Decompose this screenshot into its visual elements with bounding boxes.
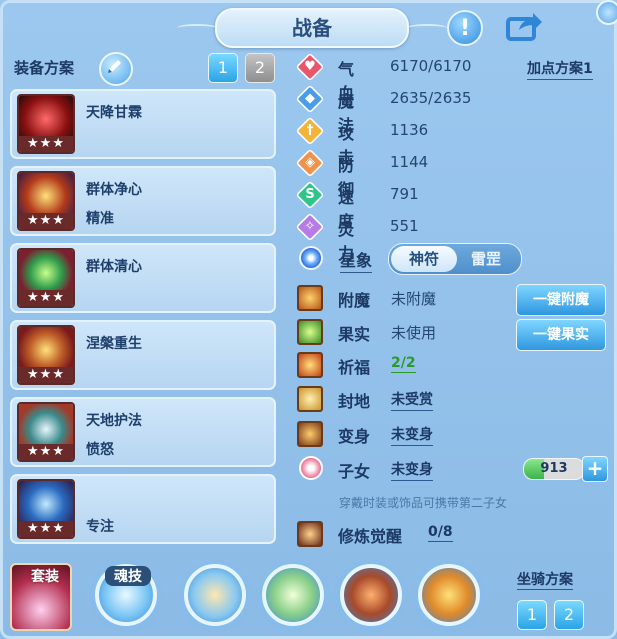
equipment-name: 群体清心 <box>86 259 142 275</box>
child-value[interactable]: 未变身 <box>391 459 433 481</box>
equipment-name: 涅槃重生 <box>86 336 142 352</box>
cultivation-value[interactable]: 0/8 <box>428 524 453 542</box>
toggle-shenfu[interactable]: 神符 <box>391 246 457 272</box>
cultivation-label: 修炼觉醒 <box>338 527 403 546</box>
title-swirl-right <box>407 24 447 32</box>
star-rating: ★★★ <box>19 136 73 152</box>
stat-value: 6170/6170 <box>390 57 472 75</box>
enchant-value: 未附魔 <box>391 290 437 308</box>
gold-helmet-icon: ★★★ <box>17 171 75 231</box>
equipment-card-helmet[interactable]: ★★★ 群体净心 精准 <box>10 166 276 236</box>
fruit-value: 未使用 <box>391 324 437 342</box>
attack-glyph: † <box>306 123 314 138</box>
transform-icon <box>297 421 323 447</box>
add-point-plan-link[interactable]: 加点方案1 <box>527 58 593 80</box>
stat-value: 1136 <box>390 121 429 139</box>
fief-value[interactable]: 未受赏 <box>391 389 433 411</box>
pencil-icon[interactable] <box>99 52 133 86</box>
title-swirl-left <box>177 24 217 32</box>
second-child-hint[interactable]: 穿戴时装或饰品可携带第二子女 <box>339 494 507 511</box>
star-sign-icon <box>299 246 323 270</box>
star-rating: ★★★ <box>19 521 73 537</box>
blessing-label: 祈福 <box>338 358 371 377</box>
transform-value[interactable]: 未变身 <box>391 424 433 446</box>
child-progress-bar: 913 <box>523 458 585 480</box>
equipment-plan-label: 装备方案 <box>14 59 75 77</box>
speed-glyph: S <box>305 187 315 202</box>
equipment-name: 天降甘霖 <box>86 105 142 121</box>
soul-skill-label: 魂技 <box>105 566 151 586</box>
star-sign-label[interactable]: 星象 <box>340 247 373 273</box>
equipment-plan-1-button[interactable]: 1 <box>208 53 238 83</box>
transform-label: 变身 <box>338 427 371 446</box>
equipment-card-weapon[interactable]: ★★★ 天降甘霖 <box>10 89 276 159</box>
fief-icon <box>297 386 323 412</box>
stat-value: 2635/2635 <box>390 89 472 107</box>
child-icon <box>299 456 323 480</box>
corner-orb-icon <box>596 0 617 25</box>
equipment-sub: 精准 <box>86 211 114 227</box>
equipment-plan-2-button[interactable]: 2 <box>245 53 275 83</box>
red-sword-icon: ★★★ <box>17 94 75 154</box>
one-click-enchant-button[interactable]: 一键附魔 <box>516 284 606 316</box>
beast-skill-icon[interactable] <box>340 564 402 626</box>
defense-glyph: ◈ <box>305 155 315 170</box>
mount-plan-label[interactable]: 坐骑方案 <box>517 569 573 590</box>
equipment-name: 天地护法 <box>86 413 142 429</box>
warrior-skill-icon[interactable] <box>418 564 480 626</box>
mount-plan-2-button[interactable]: 2 <box>554 600 584 630</box>
equipment-card-belt[interactable]: ★★★ 天地护法 愤怒 <box>10 397 276 467</box>
equipment-sub: 愤怒 <box>86 442 114 458</box>
plus-icon[interactable]: + <box>582 456 608 482</box>
page-title-text: 战备 <box>292 16 332 40</box>
blue-boots-icon: ★★★ <box>17 479 75 539</box>
fief-label: 封地 <box>338 392 371 411</box>
green-necklace-icon: ★★★ <box>17 248 75 308</box>
toggle-leigang[interactable]: 雷罡 <box>453 246 519 272</box>
child-label: 子女 <box>338 462 371 481</box>
fruit-label: 果实 <box>338 325 371 344</box>
fruit-icon <box>297 319 323 345</box>
equipment-sub: 专注 <box>86 519 114 535</box>
equipment-card-necklace[interactable]: ★★★ 群体清心 <box>10 243 276 313</box>
blessing-icon <box>297 352 323 378</box>
blessing-value[interactable]: 2/2 <box>391 355 416 373</box>
equipment-name: 群体净心 <box>86 182 142 198</box>
share-icon[interactable] <box>505 10 543 42</box>
stat-value: 791 <box>390 185 419 203</box>
star-rating: ★★★ <box>19 290 73 306</box>
page-title: 战备 <box>177 8 447 48</box>
stat-value: 1144 <box>390 153 429 171</box>
equipment-card-boots[interactable]: ★★★ 专注 <box>10 474 276 544</box>
mana-glyph: ◆ <box>305 91 315 106</box>
equipment-card-armor[interactable]: ★★★ 涅槃重生 <box>10 320 276 390</box>
exclamation-icon[interactable]: ! <box>447 10 483 46</box>
enchant-icon <box>297 285 323 311</box>
enchant-label: 附魔 <box>338 291 371 310</box>
leaf-skill-icon[interactable] <box>262 564 324 626</box>
one-click-fruit-button[interactable]: 一键果实 <box>516 319 606 351</box>
heart-glyph: ♥ <box>304 59 316 74</box>
star-rating: ★★★ <box>19 213 73 229</box>
stat-value: 551 <box>390 217 419 235</box>
star-rating: ★★★ <box>19 367 73 383</box>
set-label: 套装 <box>31 569 59 585</box>
cultivation-icon <box>297 521 323 547</box>
spirit-glyph: ✧ <box>304 219 316 234</box>
star-sign-toggle[interactable]: 神符 雷罡 <box>388 243 522 275</box>
star-rating: ★★★ <box>19 444 73 460</box>
monk-skill-icon[interactable] <box>184 564 246 626</box>
child-progress-value: 913 <box>540 461 568 476</box>
jade-belt-icon: ★★★ <box>17 402 75 462</box>
mount-plan-1-button[interactable]: 1 <box>517 600 547 630</box>
gold-dragon-armor-icon: ★★★ <box>17 325 75 385</box>
